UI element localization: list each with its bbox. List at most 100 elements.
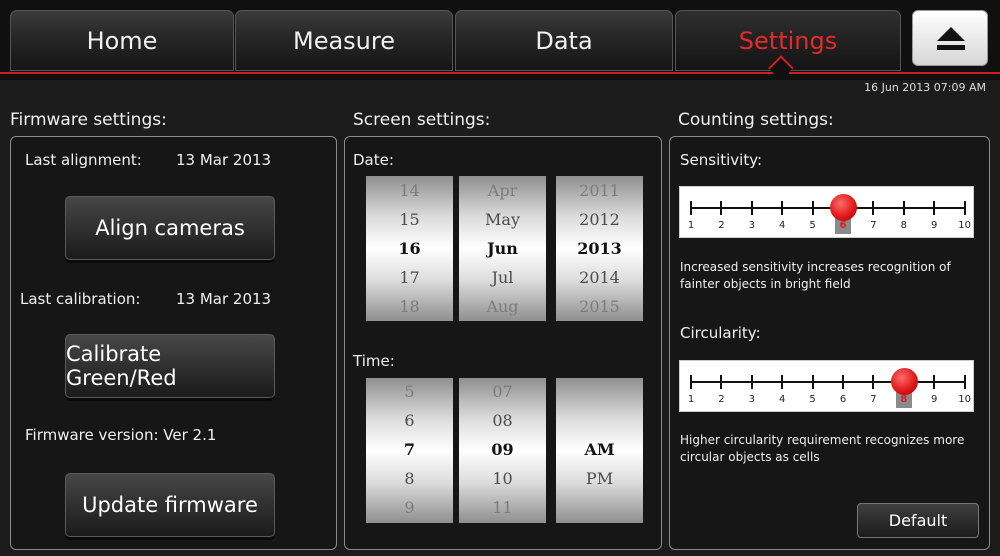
slider-tick (690, 201, 692, 215)
month-option[interactable]: Jul (459, 268, 546, 287)
datetime-display: 16 Jun 2013 07:09 AM (864, 81, 986, 94)
slider-tick (690, 375, 692, 389)
slider-tick (811, 375, 814, 389)
slider-tick (750, 375, 753, 389)
minute-selected[interactable]: 09 (459, 440, 546, 459)
hour-option[interactable]: 5 (366, 382, 453, 401)
year-option[interactable]: 2011 (556, 181, 643, 200)
align-cameras-button[interactable]: Align cameras (65, 196, 275, 260)
slider-tick (963, 201, 966, 215)
last-alignment-label: Last alignment: (25, 151, 142, 169)
slider-scale-number: 9 (931, 220, 938, 231)
last-calibration-value: 13 Mar 2013 (176, 290, 272, 308)
slider-scale-number: 2 (718, 220, 725, 231)
slider-knob[interactable] (830, 194, 857, 221)
day-selected[interactable]: 16 (366, 239, 453, 258)
hour-option[interactable]: 6 (366, 411, 453, 430)
slider-tick (750, 201, 753, 215)
minute-option[interactable]: 11 (459, 498, 546, 517)
last-calibration-label: Last calibration: (20, 290, 141, 308)
ampm-option[interactable]: PM (556, 469, 643, 488)
hour-picker[interactable]: 5 6 7 8 9 (366, 378, 453, 523)
sensitivity-label: Sensitivity: (680, 151, 763, 169)
day-option[interactable]: 18 (366, 297, 453, 316)
sensitivity-slider[interactable]: 1 2 3 4 5 6 7 8 9 10 (679, 186, 974, 238)
minute-option[interactable]: 10 (459, 469, 546, 488)
slider-scale-number: 2 (718, 394, 725, 405)
month-option[interactable]: Aug (459, 297, 546, 316)
circularity-slider[interactable]: 1 2 3 4 5 6 7 8 9 10 (679, 360, 974, 412)
hour-option[interactable]: 8 (366, 469, 453, 488)
slider-scale-number: 5 (809, 394, 816, 405)
minute-option[interactable]: 07 (459, 382, 546, 401)
slider-tick (933, 375, 936, 389)
slider-track (691, 381, 965, 383)
date-label: Date: (353, 151, 394, 169)
tab-data[interactable]: Data (455, 10, 673, 71)
ampm-selected[interactable]: AM (556, 440, 643, 459)
slider-scale-number: 6 (839, 220, 847, 231)
slider-tick (781, 201, 784, 215)
slider-tick (811, 201, 814, 215)
month-selected[interactable]: Jun (459, 239, 546, 258)
tab-measure[interactable]: Measure (235, 10, 453, 71)
tab-home[interactable]: Home (10, 10, 234, 71)
tab-indicator-line-right (789, 72, 1000, 74)
day-option[interactable]: 15 (366, 210, 453, 229)
slider-tick (902, 201, 905, 215)
last-alignment-value: 13 Mar 2013 (176, 151, 272, 169)
slider-scale-number: 3 (748, 394, 755, 405)
slider-scale-number: 8 (900, 394, 908, 405)
slider-track (691, 207, 965, 209)
time-label: Time: (353, 352, 395, 370)
ampm-picker[interactable]: AM PM (556, 378, 643, 523)
top-nav: Home Measure Data Settings (0, 0, 1000, 81)
year-option[interactable]: 2012 (556, 210, 643, 229)
slider-scale-number: 10 (958, 394, 971, 405)
slider-tick (720, 201, 723, 215)
slider-scale-number: 5 (809, 220, 816, 231)
minute-picker[interactable]: 07 08 09 10 11 (459, 378, 546, 523)
sensitivity-description: Increased sensitivity increases recognit… (680, 260, 951, 291)
counting-settings-title: Counting settings: (678, 110, 834, 130)
slider-scale-number: 6 (839, 394, 847, 405)
calibrate-green-red-button[interactable]: Calibrate Green/Red (65, 334, 275, 398)
year-option[interactable]: 2014 (556, 268, 643, 287)
slider-tick (872, 201, 875, 215)
slider-scale-number: 9 (931, 394, 938, 405)
slider-scale-number: 10 (958, 220, 971, 231)
day-option[interactable]: 17 (366, 268, 453, 287)
day-option[interactable]: 14 (366, 181, 453, 200)
eject-icon (937, 27, 965, 41)
slider-scale-number: 7 (870, 394, 877, 405)
slider-scale-number: 3 (748, 220, 755, 231)
slider-scale-number: 1 (687, 394, 695, 405)
year-option[interactable]: 2015 (556, 297, 643, 316)
circularity-label: Circularity: (680, 324, 761, 342)
slider-tick (933, 201, 936, 215)
default-button[interactable]: Default (857, 503, 979, 538)
tab-indicator-line-left (0, 72, 773, 74)
day-picker[interactable]: 14 15 16 17 18 (366, 176, 453, 321)
month-picker[interactable]: Apr May Jun Jul Aug (459, 176, 546, 321)
year-picker[interactable]: 2011 2012 2013 2014 2015 (556, 176, 643, 321)
update-firmware-button[interactable]: Update firmware (65, 473, 275, 537)
hour-selected[interactable]: 7 (366, 440, 453, 459)
hour-option[interactable]: 9 (366, 498, 453, 517)
slider-tick (963, 375, 966, 389)
month-option[interactable]: May (459, 210, 546, 229)
screen-settings-title: Screen settings: (353, 110, 491, 130)
slider-scale-number: 1 (687, 220, 695, 231)
eject-button[interactable] (912, 10, 988, 66)
firmware-version-text: Firmware version: Ver 2.1 (25, 426, 217, 444)
slider-scale-number: 4 (779, 220, 786, 231)
month-option[interactable]: Apr (459, 181, 546, 200)
year-selected[interactable]: 2013 (556, 239, 643, 258)
slider-tick (720, 375, 723, 389)
slider-knob[interactable] (890, 368, 918, 395)
slider-tick (842, 375, 844, 389)
slider-tick (872, 375, 875, 389)
minute-option[interactable]: 08 (459, 411, 546, 430)
firmware-settings-title: Firmware settings: (10, 110, 167, 130)
slider-scale-number: 8 (900, 220, 907, 231)
